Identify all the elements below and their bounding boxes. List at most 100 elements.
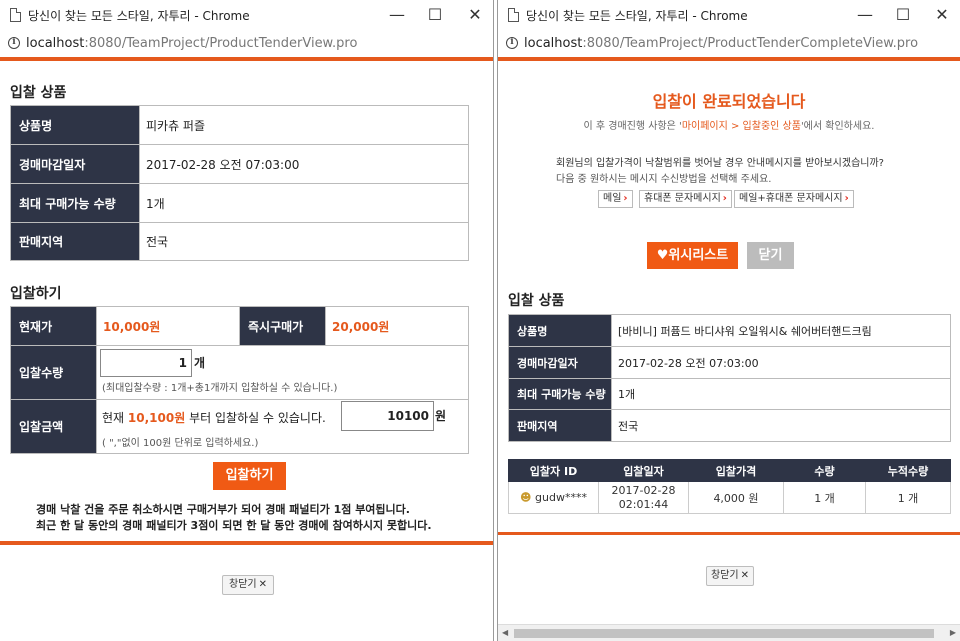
maximize-button[interactable]: ☐ [416,0,454,30]
penalty-line-2: 최근 한 달 동안의 경매 패널티가 3점이 되면 한 달 동안 경매에 참여하… [36,519,432,532]
product-row: 경매마감일자 2017-02-28 오전 07:03:00 [10,144,469,184]
close-icon: ✕ [740,570,749,581]
row-value: [바비니] 퍼퓸드 바디샤워 오일워시& 쉐어버터핸드크림 [611,314,951,347]
current-price-label: 현재가 [10,306,97,346]
maximize-button[interactable]: ☐ [884,0,922,30]
email-sms-option-button[interactable]: 메일+휴대폰 문자메시지 › [734,190,854,208]
product-info-table: 상품명 [바비니] 퍼퓸드 바디샤워 오일워시& 쉐어버터핸드크림 경매마감일자… [508,314,951,442]
quantity-note: (최대입찰수량 : 1개+총1개까지 입찰하실 수 있습니다.) [102,383,338,394]
scroll-right-icon[interactable]: ▶ [950,628,956,637]
bid-cum-qty-cell: 1 개 [865,481,951,514]
product-row: 상품명 피카츄 퍼즐 [10,105,469,145]
row-label: 상품명 [10,105,140,145]
row-value: 1개 [139,183,469,223]
complete-subtitle: 이 후 경매진행 사항은 '마이페이지 > 입찰중인 상품'에서 확인하세요. [583,121,875,132]
amount-note: ( ","없이 100원 단위로 입력하세요.) [102,438,259,449]
product-info-table: 상품명 피카츄 퍼즐 경매마감일자 2017-02-28 오전 07:03:00… [10,105,469,261]
current-price-value: 10,000원 [103,319,161,334]
product-row: 최대 구매가능 수량 1개 [508,378,951,410]
product-row: 판매지역 전국 [10,222,469,261]
complete-title: 입찰이 완료되었습니다 [652,92,806,111]
bid-submit-button[interactable]: 입찰하기 [213,462,286,490]
close-label: 창닫기 [229,579,257,590]
product-section-title: 입찰 상품 [508,293,565,309]
row-label: 최대 구매가능 수량 [508,378,612,410]
page-icon [508,8,519,22]
window-title: 당신이 찾는 모든 스타일, 자투리 - Chrome [526,9,748,23]
bidder-id-cell: ☻ gudw**** [508,481,599,514]
close-window-link[interactable]: 창닫기 ✕ [222,575,274,595]
left-title-bar: 당신이 찾는 모든 스타일, 자투리 - Chrome — ☐ ✕ [0,0,493,30]
info-icon[interactable]: i [8,37,20,49]
penalty-line-1: 경매 낙찰 건을 주문 취소하시면 구매거부가 되어 경매 패널티가 1점 부여… [36,503,410,516]
url-text[interactable]: localhost:8080/TeamProject/ProductTender… [524,36,918,51]
instant-price-label: 즉시구매가 [239,306,326,346]
product-section-title: 입찰 상품 [10,85,67,101]
row-label: 판매지역 [508,409,612,442]
product-row: 최대 구매가능 수량 1개 [10,183,469,223]
email-option-button[interactable]: 메일 › [598,190,633,208]
address-bar[interactable]: i localhost:8080/TeamProject/ProductTend… [498,30,960,57]
chevron-right-icon: › [844,193,849,204]
amount-text: 현재 10,100원 부터 입찰하실 수 있습니다. [102,409,326,426]
close-window-button[interactable]: ✕ [923,0,960,30]
product-row: 경매마감일자 2017-02-28 오전 07:03:00 [508,346,951,379]
scroll-left-icon[interactable]: ◀ [502,628,508,637]
close-window-link[interactable]: 창닫기 ✕ [706,566,754,586]
url-text[interactable]: localhost:8080/TeamProject/ProductTender… [26,36,357,51]
bidder-header-row: 입찰자 ID 입찰일자 입찰가격 수량 누적수량 [508,459,951,482]
amount-unit: 원 [435,409,447,423]
right-browser-window: 당신이 찾는 모든 스타일, 자투리 - Chrome — ☐ ✕ i loca… [497,0,960,641]
bid-section-title: 입찰하기 [10,286,62,302]
close-label: 창닫기 [711,570,739,581]
chevron-right-icon: › [722,193,727,204]
quantity-label: 입찰수량 [10,345,97,400]
mypage-link[interactable]: 마이페이지 > 입찰중인 상품 [682,121,801,132]
col-header: 입찰일자 [598,459,689,482]
bid-price-cell: 4,000 원 [688,481,784,514]
amount-suffix: 부터 입찰하실 수 있습니다. [189,411,326,425]
info-icon[interactable]: i [506,37,518,49]
amount-input[interactable]: 10100 [341,401,434,431]
bidder-table: 입찰자 ID 입찰일자 입찰가격 수량 누적수량 ☻ gudw**** 2017… [508,459,951,514]
close-icon: ✕ [258,579,267,590]
product-row: 상품명 [바비니] 퍼퓸드 바디샤워 오일워시& 쉐어버터핸드크림 [508,314,951,347]
row-value: 전국 [139,222,469,261]
scroll-thumb[interactable] [514,629,934,638]
close-gray-button[interactable]: 닫기 [747,242,794,269]
col-header: 입찰가격 [688,459,784,482]
row-label: 경매마감일자 [10,144,140,184]
row-label: 판매지역 [10,222,140,261]
address-bar[interactable]: i localhost:8080/TeamProject/ProductTend… [0,30,493,57]
minimize-button[interactable]: — [846,0,884,30]
horizontal-scrollbar[interactable]: ◀ ▶ [498,624,960,641]
window-title: 당신이 찾는 모든 스타일, 자투리 - Chrome [28,9,250,23]
bid-date-cell: 2017-02-28 02:01:44 [598,481,689,514]
notice-line-1: 회원님의 입찰가격이 낙찰범위를 벗어날 경우 안내메시지를 받아보시겠습니까? [556,158,884,169]
amount-label: 입찰금액 [10,399,97,454]
col-header: 수량 [783,459,866,482]
bid-qty-cell: 1 개 [783,481,866,514]
product-row: 판매지역 전국 [508,409,951,442]
complete-content: 입찰이 완료되었습니다 이 후 경매진행 사항은 '마이페이지 > 입찰중인 상… [498,61,960,641]
close-window-button[interactable]: ✕ [456,0,493,30]
amount-prefix: 현재 [102,411,125,425]
minimize-button[interactable]: — [378,0,416,30]
row-value: 1개 [611,378,951,410]
sms-option-button[interactable]: 휴대폰 문자메시지 › [639,190,732,208]
row-label: 최대 구매가능 수량 [10,183,140,223]
row-label: 상품명 [508,314,612,347]
chevron-right-icon: › [623,193,628,204]
bottom-accent-line [498,532,960,535]
row-label: 경매마감일자 [508,346,612,379]
bottom-accent-line [0,541,493,545]
table-row: ☻ gudw**** 2017-02-28 02:01:44 4,000 원 1 … [508,481,951,514]
quantity-input[interactable]: 1 [100,349,192,377]
row-value: 피카츄 퍼즐 [139,105,469,145]
amount-min: 10,100원 [127,411,186,425]
notice-line-2: 다음 중 원하시는 메시지 수신방법을 선택해 주세요. [556,174,772,185]
instant-price-value: 20,000원 [332,319,390,334]
wishlist-button[interactable]: ♥위시리스트 [647,242,738,269]
tender-content: 입찰 상품 상품명 피카츄 퍼즐 경매마감일자 2017-02-28 오전 07… [0,61,493,641]
user-icon: ☻ [520,491,532,504]
